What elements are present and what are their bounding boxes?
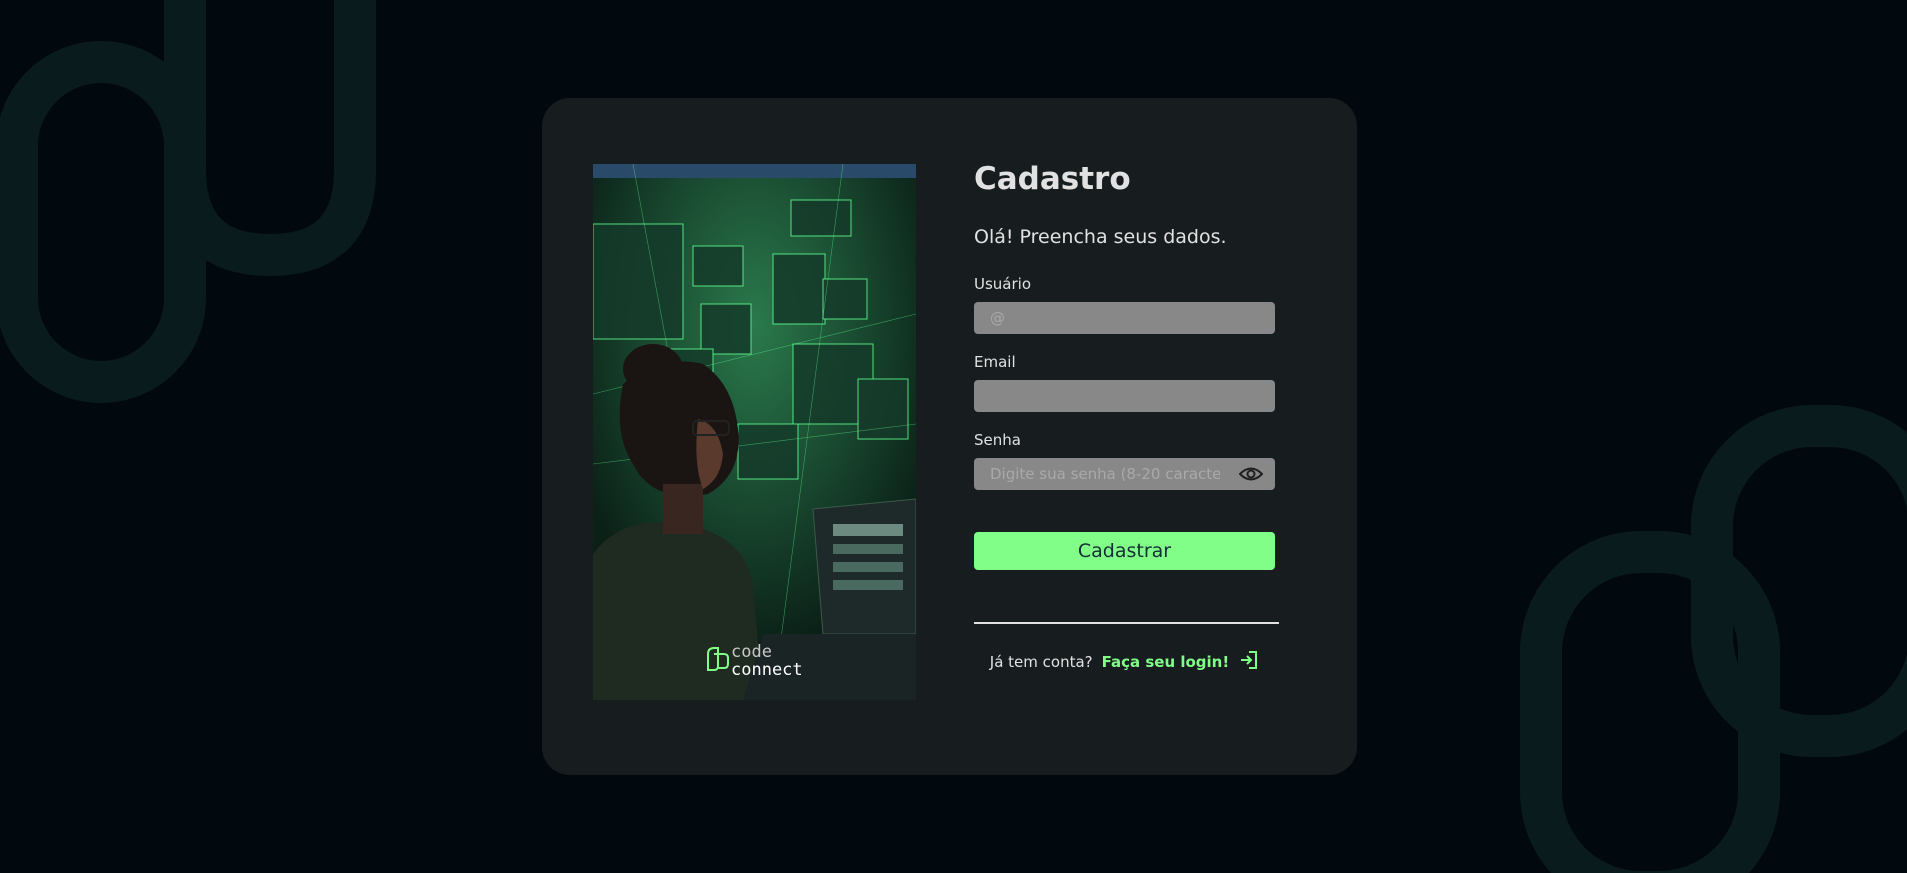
password-label: Senha <box>974 431 1021 449</box>
login-link-label: Faça seu login! <box>1101 653 1230 671</box>
login-prompt: Já tem conta? Faça seu login! <box>974 650 1275 674</box>
page-title: Cadastro <box>974 161 1131 197</box>
hero-image: code connect <box>593 164 916 700</box>
email-label: Email <box>974 353 1016 371</box>
username-input[interactable] <box>990 309 1259 327</box>
signup-form: Cadastro Olá! Preencha seus dados. Usuár… <box>974 158 1284 674</box>
username-label: Usuário <box>974 275 1032 293</box>
divider <box>974 622 1279 624</box>
email-field-wrapper <box>974 380 1275 412</box>
eye-icon[interactable] <box>1238 465 1264 483</box>
logo-line2: connect <box>731 660 803 680</box>
login-prompt-text: Já tem conta? <box>989 653 1093 671</box>
login-link[interactable]: Faça seu login! <box>1102 650 1260 674</box>
email-input[interactable] <box>990 387 1259 405</box>
signup-button[interactable]: Cadastrar <box>974 532 1275 570</box>
signup-card: code connect Cadastro Olá! Preencha seus… <box>542 98 1357 775</box>
password-input[interactable] <box>990 465 1220 483</box>
login-icon <box>1239 650 1259 674</box>
logo-line1: code <box>731 642 772 662</box>
password-field-wrapper <box>974 458 1275 490</box>
form-subtitle: Olá! Preencha seus dados. <box>974 226 1227 248</box>
username-field-wrapper <box>974 302 1275 334</box>
